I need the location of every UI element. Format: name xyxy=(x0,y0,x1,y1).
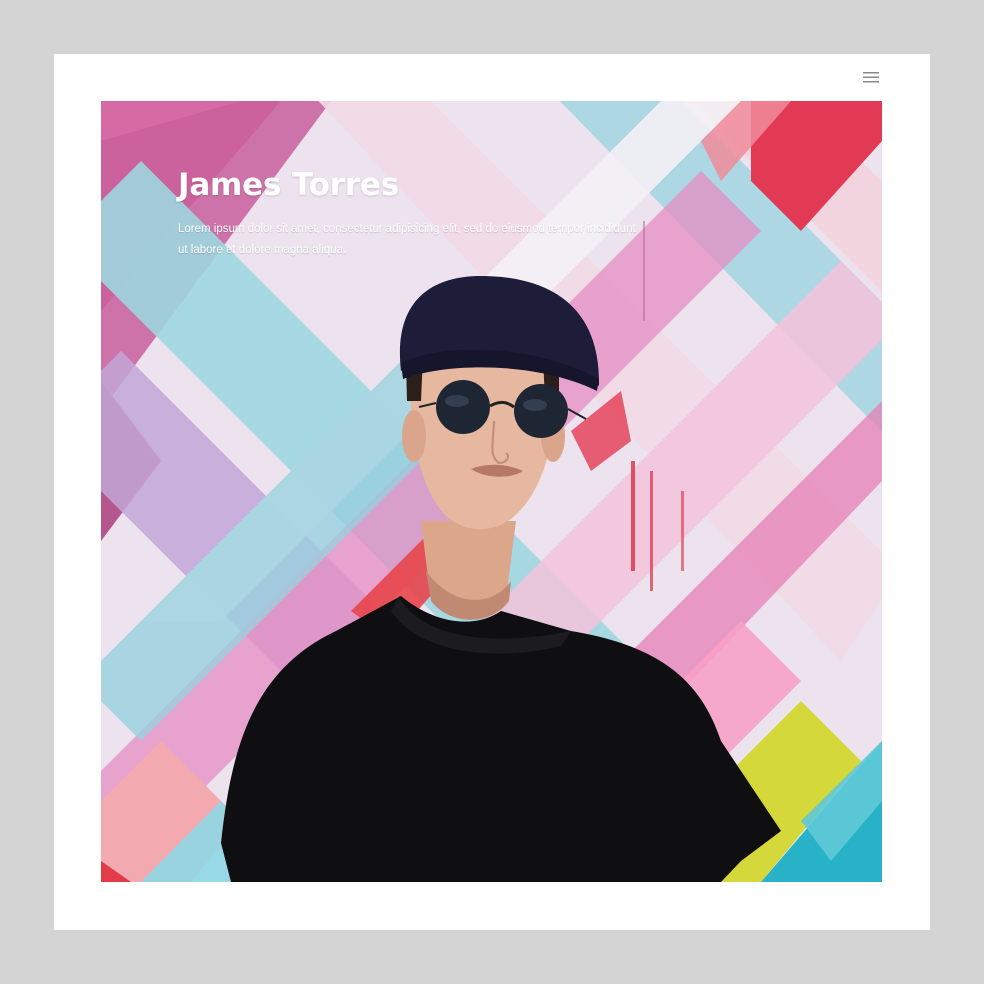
hamburger-menu-icon xyxy=(863,72,879,83)
page-frame: James Torres Lorem ipsum dolor sit amet,… xyxy=(54,54,930,930)
menu-button[interactable] xyxy=(858,66,884,88)
hero-section: James Torres Lorem ipsum dolor sit amet,… xyxy=(101,101,882,882)
hero-title: James Torres xyxy=(178,167,400,203)
hero-text-block: James Torres Lorem ipsum dolor sit amet,… xyxy=(178,165,638,261)
hero-description: Lorem ipsum dolor sit amet, consectetur … xyxy=(178,223,636,256)
